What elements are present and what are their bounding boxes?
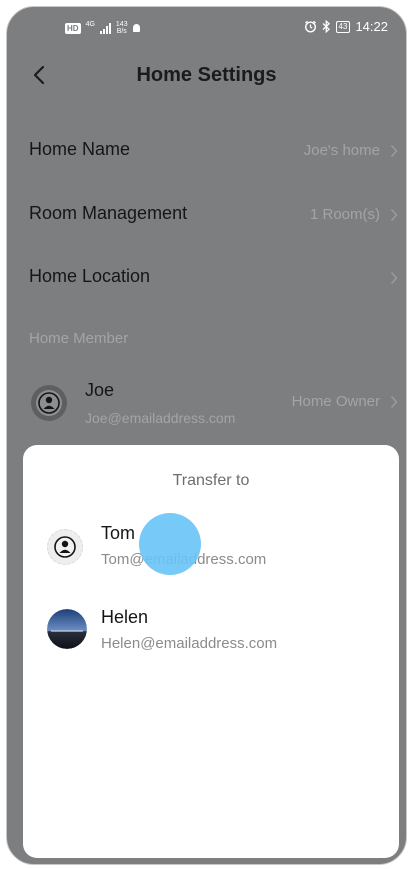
room-management-label: Room Management <box>29 203 188 223</box>
chevron-right-icon <box>390 208 398 222</box>
candidate-name: Helen <box>101 607 149 627</box>
bluetooth-icon <box>322 20 330 33</box>
network-speed-value: 143 <box>115 21 128 28</box>
network-type: 4G <box>85 20 95 28</box>
member-role: Home Owner <box>291 393 380 410</box>
home-name-row[interactable]: Home Name Joe's home <box>7 126 406 176</box>
network-speed: 143 B/s <box>116 21 128 35</box>
room-management-value: 1 Room(s) <box>309 206 380 223</box>
phone-screen: HD 4G 143 B/s 43 14:22 Home Settings Hom… <box>6 6 407 865</box>
network-speed-unit: B/s <box>116 28 127 35</box>
notification-icon <box>132 24 140 32</box>
home-member-section-label: Home Member <box>29 330 129 347</box>
avatar <box>47 529 83 565</box>
battery-icon: 43 <box>335 20 351 33</box>
status-bar: HD 4G 143 B/s 43 14:22 <box>7 7 406 51</box>
transfer-sheet: Transfer to Tom Tom@emailaddress.com <box>23 445 399 858</box>
default-person-icon <box>54 536 76 558</box>
page-title: Home Settings <box>136 64 277 86</box>
avatar <box>47 609 87 649</box>
member-row-joe[interactable]: Joe Joe@emailaddress.com Home Owner <box>7 371 406 435</box>
home-location-label: Home Location <box>29 266 151 286</box>
candidate-email: Helen@emailaddress.com <box>101 635 278 652</box>
avatar <box>31 385 67 421</box>
battery-level: 43 <box>338 21 348 31</box>
alarm-icon <box>304 20 316 33</box>
chevron-right-icon <box>390 395 398 409</box>
chevron-right-icon <box>390 144 398 158</box>
photo-lake-avatar <box>47 609 87 649</box>
member-name: Joe <box>85 380 115 400</box>
header: Home Settings <box>7 57 406 93</box>
home-name-value: Joe's home <box>303 142 380 159</box>
chevron-right-icon <box>390 271 398 285</box>
signal-icon <box>99 22 111 34</box>
hd-badge: HD <box>65 22 81 34</box>
transfer-candidate-tom[interactable]: Tom Tom@emailaddress.com <box>23 515 399 579</box>
default-person-icon <box>36 390 62 416</box>
candidate-name: Tom <box>101 523 136 543</box>
home-name-label: Home Name <box>29 139 131 159</box>
transfer-candidate-helen[interactable]: Helen Helen@emailaddress.com <box>23 597 399 661</box>
sheet-title: Transfer to <box>172 472 250 489</box>
clock: 14:22 <box>355 19 388 34</box>
home-location-row[interactable]: Home Location <box>7 253 406 303</box>
member-email: Joe@emailaddress.com <box>85 410 236 426</box>
room-management-row[interactable]: Room Management 1 Room(s) <box>7 190 406 240</box>
status-right-indicators: 43 14:22 <box>304 19 388 34</box>
touch-indicator <box>139 513 201 575</box>
status-left-indicators: HD 4G 143 B/s <box>65 21 140 35</box>
